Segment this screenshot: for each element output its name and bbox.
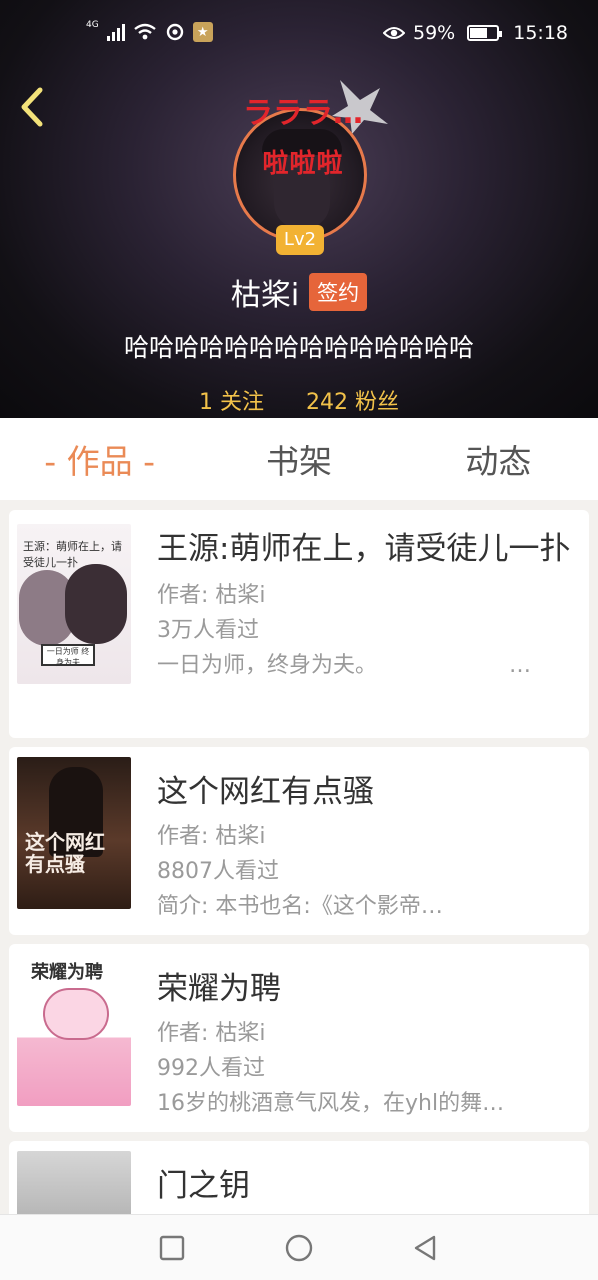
back-arrow-icon[interactable]: [14, 84, 54, 130]
following-count[interactable]: 1 关注: [199, 384, 264, 416]
name-row: 枯桨i 签约: [0, 270, 598, 314]
wifi-icon: [133, 23, 156, 40]
book-info: 门之钥: [157, 1165, 571, 1207]
book-views: 3万人看过: [157, 618, 259, 643]
tab-activity[interactable]: 动态: [399, 418, 598, 500]
book-info: 王源:萌师在上，请受徒儿一扑 作者: 枯桨i 3万人看过 一日为师，终身为夫。 …: [157, 528, 571, 683]
book-list: 王源：萌师在上，请受徒儿一扑 一日为师 终身为夫 王源:萌师在上，请受徒儿一扑 …: [9, 510, 589, 1270]
profile-header: 4G ★ 59% 15:18 啦啦啦 ラララ… Lv2 枯桨i 签约 哈哈哈哈哈…: [0, 0, 598, 418]
book-cover: 王源：萌师在上，请受徒儿一扑 一日为师 终身为夫: [17, 524, 131, 684]
signed-author-badge: 签约: [309, 273, 368, 311]
followers-count[interactable]: 242 粉丝: [306, 384, 399, 416]
book-cover: 荣耀为聘: [17, 954, 131, 1106]
cover-title: 王源：萌师在上，请受徒儿一扑: [23, 540, 122, 569]
book-info: 这个网红有点骚 作者: 枯桨i 8807人看过 简介: 本书也名:《这个影帝…: [157, 771, 571, 924]
signal-icon: [106, 23, 125, 41]
book-author: 作者: 枯桨i: [157, 824, 266, 849]
battery-percent: 59%: [413, 22, 456, 44]
status-right: 59% 15:18: [383, 22, 568, 44]
book-desc: 简介: 本书也名:《这个影帝…: [157, 894, 443, 919]
book-title: 荣耀为聘: [157, 971, 281, 1007]
book-info: 荣耀为聘 作者: 枯桨i 992人看过 16岁的桃酒意气风发，在yhl的舞…: [157, 968, 571, 1121]
cover-caption-box: 一日为师 终身为夫: [41, 644, 95, 667]
back-nav-icon[interactable]: [410, 1233, 440, 1263]
cover-title: 这个网红 有点骚: [25, 830, 105, 876]
book-views: 992人看过: [157, 1056, 265, 1081]
user-bio: 哈哈哈哈哈哈哈哈哈哈哈哈哈哈: [123, 333, 474, 362]
book-card[interactable]: 荣耀为聘 荣耀为聘 作者: 枯桨i 992人看过 16岁的桃酒意气风发，在yhl…: [9, 944, 589, 1132]
recent-apps-icon[interactable]: [157, 1233, 187, 1263]
cover-title: 荣耀为聘: [31, 962, 103, 983]
book-title: 王源:萌师在上，请受徒儿一扑: [157, 531, 571, 567]
battery-icon: [467, 25, 503, 41]
tab-bookshelf[interactable]: 书架: [199, 418, 398, 500]
level-badge: Lv2: [276, 225, 324, 255]
book-title: 这个网红有点骚: [157, 774, 374, 810]
system-nav-bar: [0, 1214, 598, 1280]
eye-icon: [383, 27, 405, 39]
user-name: 枯桨i: [230, 278, 300, 313]
book-desc: 一日为师，终身为夫。 …: [157, 648, 571, 683]
book-author: 作者: 枯桨i: [157, 583, 266, 608]
avatar-overlay-top-text: ラララ…: [243, 96, 363, 131]
tab-works[interactable]: - 作品 -: [0, 418, 199, 500]
app-notification-icon: ★: [192, 22, 213, 42]
home-icon[interactable]: [284, 1233, 314, 1263]
battery-fill: [470, 28, 487, 38]
sync-icon: [166, 23, 183, 41]
cover-bunny-shape: [43, 988, 109, 1040]
cover-figure-right: [65, 564, 127, 644]
follow-stats: 1 关注 242 粉丝: [0, 384, 598, 416]
book-views: 8807人看过: [157, 859, 279, 884]
status-bar: 4G ★ 59% 15:18: [0, 0, 598, 70]
book-title: 门之钥: [157, 1168, 250, 1204]
book-card[interactable]: 王源：萌师在上，请受徒儿一扑 一日为师 终身为夫 王源:萌师在上，请受徒儿一扑 …: [9, 510, 589, 738]
clock: 15:18: [513, 22, 568, 44]
book-author: 作者: 枯桨i: [157, 1021, 266, 1046]
book-desc-text: 一日为师，终身为夫。: [157, 653, 378, 678]
book-desc: 16岁的桃酒意气风发，在yhl的舞…: [157, 1091, 505, 1116]
profile-tabs: - 作品 - 书架 动态: [0, 418, 598, 500]
status-left: 4G ★: [86, 20, 213, 42]
more-ellipsis: …: [509, 653, 531, 678]
network-label: 4G: [86, 20, 99, 30]
book-card[interactable]: 这个网红 有点骚 这个网红有点骚 作者: 枯桨i 8807人看过 简介: 本书也…: [9, 747, 589, 935]
avatar-overlay-text: 啦啦啦: [262, 149, 344, 179]
book-cover: 这个网红 有点骚: [17, 757, 131, 909]
